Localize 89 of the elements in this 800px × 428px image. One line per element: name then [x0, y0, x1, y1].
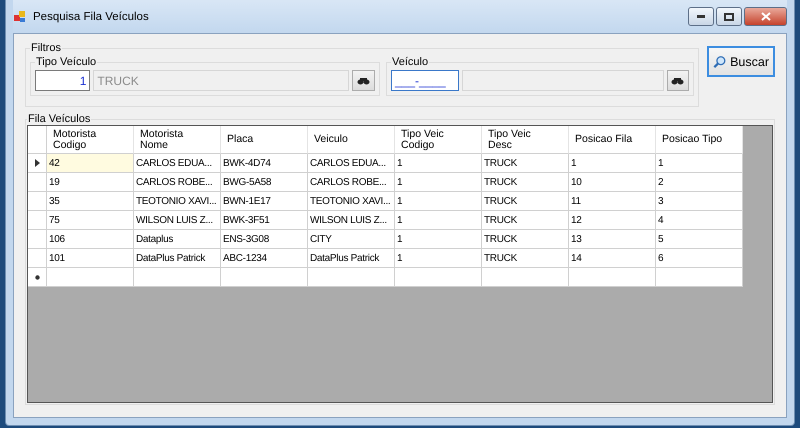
- table-cell: 5: [656, 230, 743, 249]
- search-button[interactable]: Buscar: [707, 46, 775, 77]
- table-cell[interactable]: [569, 268, 656, 287]
- column-header[interactable]: Tipo Veic Codigo: [395, 126, 482, 154]
- table-cell[interactable]: [656, 268, 743, 287]
- table-cell[interactable]: [482, 268, 569, 287]
- column-header[interactable]: Tipo Veic Desc: [482, 126, 569, 154]
- table-cell[interactable]: [308, 268, 395, 287]
- table-cell: 1: [395, 154, 482, 173]
- table-cell: 35: [47, 192, 134, 211]
- maximize-button[interactable]: [716, 7, 742, 26]
- table-cell: CARLOS EDUA...: [134, 154, 221, 173]
- table-cell: 6: [656, 249, 743, 268]
- table-cell: TRUCK: [482, 192, 569, 211]
- vehicle-field[interactable]: [462, 70, 664, 91]
- table-cell: 14: [569, 249, 656, 268]
- column-header[interactable]: Veiculo: [308, 126, 395, 154]
- grid-corner: [28, 126, 47, 154]
- column-header[interactable]: Posicao Tipo: [656, 126, 743, 154]
- table-cell: CARLOS EDUA...: [308, 154, 395, 173]
- group-title: Fila Veículos: [27, 113, 92, 125]
- table-cell: 3: [656, 192, 743, 211]
- table-cell: 19: [47, 173, 134, 192]
- table-cell: 13: [569, 230, 656, 249]
- table-cell: 1: [656, 154, 743, 173]
- table-cell: DataPlus Patrick: [134, 249, 221, 268]
- binoculars-icon: [671, 76, 684, 84]
- table-cell: 42: [47, 154, 134, 173]
- table-cell: CARLOS ROBE...: [308, 173, 395, 192]
- table-cell: TRUCK: [482, 173, 569, 192]
- row-header[interactable]: [28, 268, 47, 287]
- maximize-icon: [724, 12, 734, 20]
- table-cell: WILSON LUIS Z...: [308, 211, 395, 230]
- table-cell: BWK-4D74: [221, 154, 308, 173]
- table-cell: 101: [47, 249, 134, 268]
- column-header[interactable]: Motorista Nome: [134, 126, 221, 154]
- group-title: Filtros: [30, 42, 62, 54]
- close-button[interactable]: [744, 7, 787, 26]
- table-cell: TRUCK: [482, 211, 569, 230]
- table-cell: BWN-1E17: [221, 192, 308, 211]
- column-header[interactable]: Placa: [221, 126, 308, 154]
- table-cell[interactable]: [395, 268, 482, 287]
- minimize-icon: [697, 15, 705, 18]
- table-cell: 10: [569, 173, 656, 192]
- table-cell: TRUCK: [482, 230, 569, 249]
- table-cell: BWK-3F51: [221, 211, 308, 230]
- table-cell: TEOTONIO XAVI...: [308, 192, 395, 211]
- new-row-icon: [34, 274, 40, 280]
- table-cell: 2: [656, 173, 743, 192]
- table-cell: TRUCK: [482, 154, 569, 173]
- table-cell: ABC-1234: [221, 249, 308, 268]
- row-header[interactable]: [28, 154, 47, 173]
- table-cell: 1: [395, 230, 482, 249]
- table-cell: Dataplus: [134, 230, 221, 249]
- table-cell: 11: [569, 192, 656, 211]
- table-cell: BWG-5A58: [221, 173, 308, 192]
- table-cell: 106: [47, 230, 134, 249]
- table-cell: 1: [395, 249, 482, 268]
- table-cell: TEOTONIO XAVI...: [134, 192, 221, 211]
- table-cell: 4: [656, 211, 743, 230]
- table-cell: WILSON LUIS Z...: [134, 211, 221, 230]
- binoculars-icon: [357, 76, 370, 84]
- table-cell: CARLOS ROBE...: [134, 173, 221, 192]
- table-cell: 1: [395, 173, 482, 192]
- app-icon: [13, 10, 27, 24]
- minimize-button[interactable]: [688, 7, 714, 26]
- window-title: Pesquisa Fila Veículos: [33, 10, 150, 22]
- table-cell[interactable]: [221, 268, 308, 287]
- lookup-button[interactable]: [666, 70, 689, 91]
- table-cell: 1: [395, 192, 482, 211]
- group-title: Veículo: [391, 56, 430, 68]
- table-cell: 75: [47, 211, 134, 230]
- table-cell: 12: [569, 211, 656, 230]
- plate-field[interactable]: ___-____: [391, 70, 460, 91]
- code-field[interactable]: 1: [35, 70, 90, 91]
- lookup-button[interactable]: [352, 70, 375, 91]
- table-cell: TRUCK: [482, 249, 569, 268]
- table-cell: ENS-3G08: [221, 230, 308, 249]
- table-cell: DataPlus Patrick: [308, 249, 395, 268]
- table-cell: CITY: [308, 230, 395, 249]
- column-header[interactable]: Posicao Fila: [569, 126, 656, 154]
- table-cell: 1: [395, 211, 482, 230]
- table-cell[interactable]: [134, 268, 221, 287]
- group-title: Tipo Veículo: [35, 56, 98, 68]
- table-cell: 1: [569, 154, 656, 173]
- close-icon: [760, 12, 770, 21]
- column-header[interactable]: Motorista Codigo: [47, 126, 134, 154]
- table-cell[interactable]: [47, 268, 134, 287]
- current-row-icon: [34, 159, 40, 167]
